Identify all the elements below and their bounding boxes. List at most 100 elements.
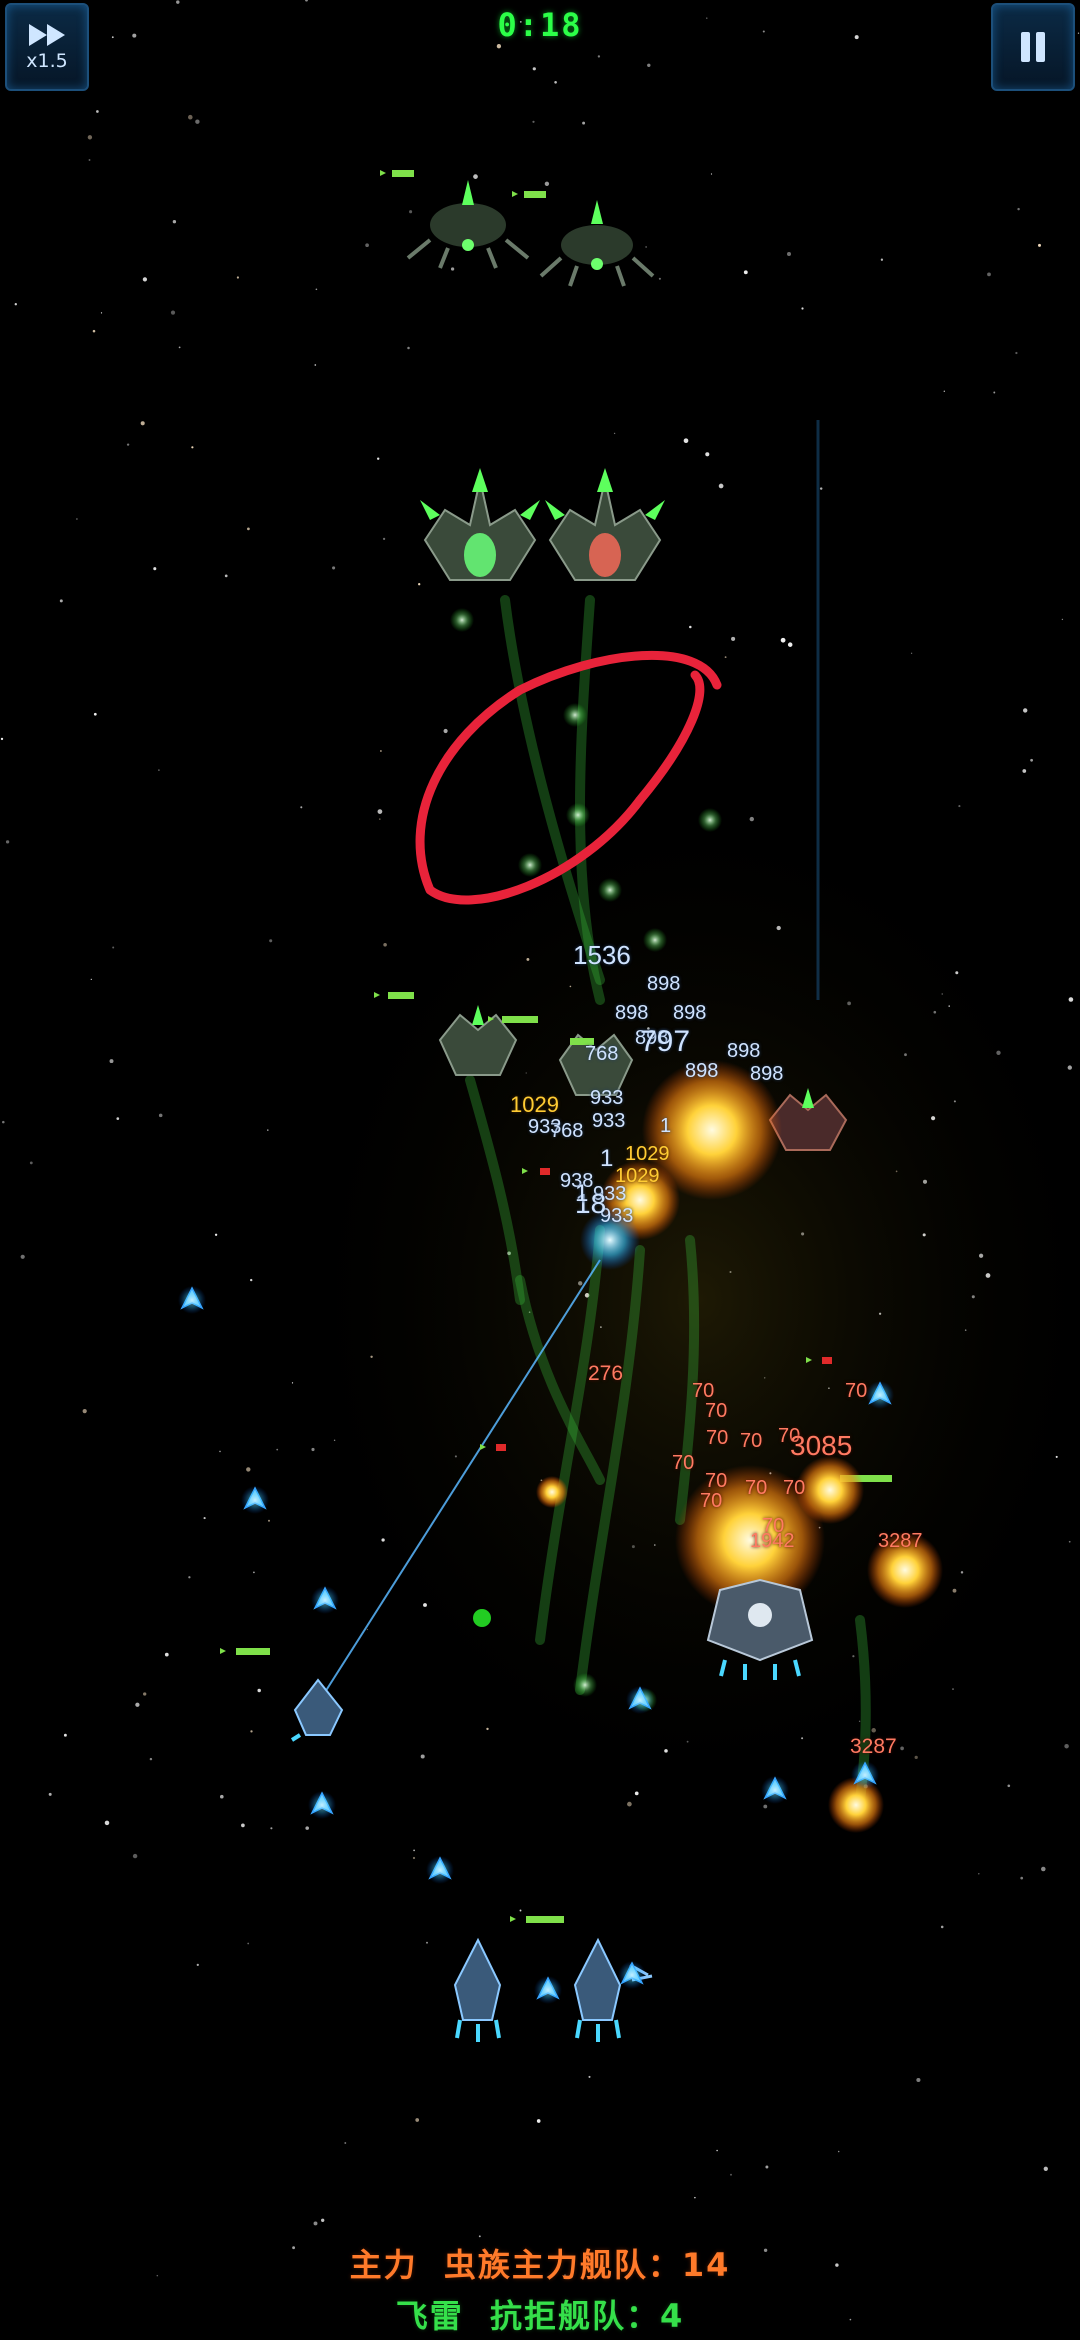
star (158, 769, 160, 771)
star (724, 656, 727, 659)
star (178, 346, 181, 349)
star (300, 806, 303, 809)
fighter-glow (626, 1686, 654, 1714)
star (1022, 769, 1027, 773)
star (313, 2221, 318, 2226)
damage-number: 1536 (573, 940, 631, 970)
star (780, 637, 786, 643)
star (415, 2118, 420, 2122)
support-fleet-info: 飞雷 抗拒舰队：4 (0, 2291, 1080, 2337)
star (418, 583, 421, 586)
fighter-glow (866, 1381, 894, 1409)
star (710, 173, 713, 175)
fighter-glow (534, 1976, 562, 2004)
pause-button[interactable] (991, 3, 1075, 91)
star (532, 120, 535, 123)
star (236, 276, 239, 279)
fighter-glow (241, 1486, 269, 1514)
star (344, 2142, 347, 2144)
star (1020, 1876, 1024, 1880)
star (269, 939, 273, 943)
star (478, 2235, 481, 2238)
star (496, 44, 502, 49)
star (377, 809, 383, 814)
fighter-glow (311, 1586, 339, 1614)
star (132, 1853, 138, 1859)
star (92, 329, 96, 333)
star (109, 1059, 114, 1064)
star (250, 1278, 253, 1282)
star (267, 1129, 269, 1131)
star (158, 1113, 163, 1118)
damage-number: 933 (592, 1110, 626, 1132)
star (554, 81, 557, 84)
star (63, 1733, 67, 1737)
star (116, 1117, 120, 1120)
damage-number: 1029 (625, 1143, 670, 1165)
star (1061, 618, 1064, 621)
missile (566, 803, 590, 827)
star (916, 2077, 921, 2083)
star (1017, 207, 1020, 211)
star (246, 1467, 251, 1472)
missile (643, 928, 667, 952)
star (1043, 2166, 1048, 2171)
star (1007, 1784, 1011, 1788)
ally-cruiser-1 (453, 1937, 502, 2042)
star (837, 2150, 840, 2153)
star (987, 272, 991, 277)
damage-number: 797 (640, 1025, 691, 1058)
damage-number: 3287 (850, 1735, 897, 1758)
star (250, 1730, 253, 1733)
star (473, 174, 478, 179)
damage-number: 933 (528, 1116, 562, 1138)
star (142, 277, 148, 282)
star (443, 728, 448, 734)
star (943, 390, 945, 392)
fighter-glow (178, 1286, 206, 1314)
missile (518, 853, 542, 877)
damage-number: 1 (660, 1115, 672, 1137)
star (597, 55, 601, 58)
star (978, 1873, 980, 1875)
star (140, 421, 145, 426)
star (149, 1757, 153, 1761)
star (305, 1826, 309, 1830)
star (164, 1652, 169, 1657)
damage-number: 70 (705, 1400, 728, 1422)
star (366, 1628, 369, 1631)
star (420, 1754, 425, 1759)
star (268, 1519, 270, 1522)
star (407, 346, 410, 350)
star (689, 625, 692, 629)
star (241, 1823, 245, 1828)
star (270, 1827, 273, 1830)
star (188, 1576, 191, 1579)
star (880, 258, 884, 261)
star (412, 1856, 416, 1860)
battle-timer: 0:18 (497, 6, 583, 44)
star (730, 2173, 732, 2176)
star (112, 946, 115, 949)
star (536, 2119, 541, 2123)
damage-number: 898 (750, 1063, 784, 1085)
missile (698, 808, 722, 832)
damage-number: 276 (588, 1362, 624, 1385)
star (588, 2075, 591, 2078)
star (450, 267, 455, 271)
main-fleet-info: 主力 虫族主力舰队：14 (0, 2240, 1080, 2286)
star (409, 210, 413, 214)
fighter-glow (851, 1761, 879, 1789)
star (203, 1517, 206, 1520)
star (219, 1450, 221, 1453)
damage-number: 1029 (615, 1165, 660, 1187)
star (765, 2165, 769, 2169)
star (1068, 997, 1074, 1002)
star (20, 1254, 25, 1259)
star (2, 1120, 5, 1124)
star (914, 1755, 918, 1760)
damage-number: 70 (845, 1380, 868, 1402)
speed-label: x1.5 (26, 50, 68, 72)
star (59, 599, 63, 603)
star (940, 1925, 944, 1929)
